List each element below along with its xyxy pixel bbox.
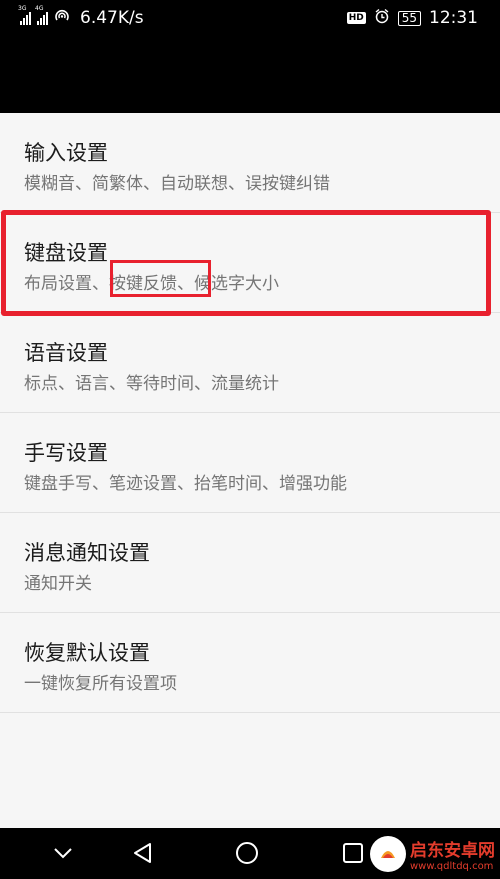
app-header: 3G 4G 6.47K/s HD 55 12:31	[0, 0, 500, 113]
net-speed: 6.47K/s	[80, 8, 144, 28]
status-bar: 3G 4G 6.47K/s HD 55 12:31	[0, 0, 500, 38]
settings-item-handwriting[interactable]: 手写设置 键盘手写、笔迹设置、抬笔时间、增强功能	[0, 413, 500, 513]
settings-item-notification[interactable]: 消息通知设置 通知开关	[0, 513, 500, 613]
subtitle-part-key-feedback: 按键反馈	[109, 274, 177, 294]
settings-item-restore-default[interactable]: 恢复默认设置 一键恢复所有设置项	[0, 613, 500, 713]
hotspot-icon	[54, 9, 70, 27]
settings-item-subtitle: 模糊音、简繁体、自动联想、误按键纠错	[24, 174, 330, 194]
recent-apps-icon[interactable]	[338, 838, 368, 868]
watermark-logo-icon	[370, 836, 406, 872]
signal-2-tag: 4G	[35, 5, 44, 12]
back-icon[interactable]	[128, 838, 158, 868]
settings-item-subtitle: 标点、语言、等待时间、流量统计	[24, 374, 279, 394]
hd-badge: HD	[346, 12, 366, 24]
watermark-url: www.qdltdq.com	[410, 861, 494, 872]
settings-item-subtitle: 布局设置、按键反馈、候选字大小	[24, 269, 279, 294]
settings-item-subtitle: 通知开关	[24, 574, 92, 594]
watermark: 启东安卓网 www.qdltdq.com	[370, 836, 495, 872]
settings-list: 输入设置 模糊音、简繁体、自动联想、误按键纠错 键盘设置 布局设置、按键反馈、候…	[0, 113, 500, 713]
signal-1-icon: 3G	[18, 5, 31, 25]
settings-item-title: 消息通知设置	[24, 541, 150, 565]
subtitle-part-layout: 布局设置、	[24, 274, 109, 294]
settings-item-title: 语音设置	[24, 341, 108, 365]
home-icon[interactable]	[232, 838, 262, 868]
watermark-name: 启东安卓网	[410, 841, 495, 861]
status-right: HD 55 12:31	[346, 8, 478, 28]
settings-item-title: 恢复默认设置	[24, 641, 150, 665]
clock: 12:31	[429, 8, 478, 28]
signal-1-tag: 3G	[18, 5, 27, 12]
settings-item-input[interactable]: 输入设置 模糊音、简繁体、自动联想、误按键纠错	[0, 113, 500, 213]
settings-item-title: 键盘设置	[24, 241, 108, 265]
alarm-icon	[374, 8, 390, 28]
settings-item-subtitle: 一键恢复所有设置项	[24, 674, 177, 694]
watermark-text: 启东安卓网 www.qdltdq.com	[410, 836, 495, 872]
battery-icon: 55	[397, 10, 421, 26]
settings-item-title: 手写设置	[24, 441, 108, 465]
settings-item-keyboard[interactable]: 键盘设置 布局设置、按键反馈、候选字大小	[0, 213, 500, 313]
subtitle-part-candidate-size: 、候选字大小	[177, 274, 279, 294]
status-left: 3G 4G 6.47K/s	[18, 5, 144, 28]
settings-item-subtitle: 键盘手写、笔迹设置、抬笔时间、增强功能	[24, 474, 347, 494]
chevron-down-icon[interactable]	[48, 838, 78, 868]
settings-item-title: 输入设置	[24, 141, 108, 165]
screen: 3G 4G 6.47K/s HD 55 12:31 输入设置 模糊音、简繁体、自…	[0, 0, 500, 879]
signal-2-icon: 4G	[35, 5, 48, 25]
settings-item-voice[interactable]: 语音设置 标点、语言、等待时间、流量统计	[0, 313, 500, 413]
